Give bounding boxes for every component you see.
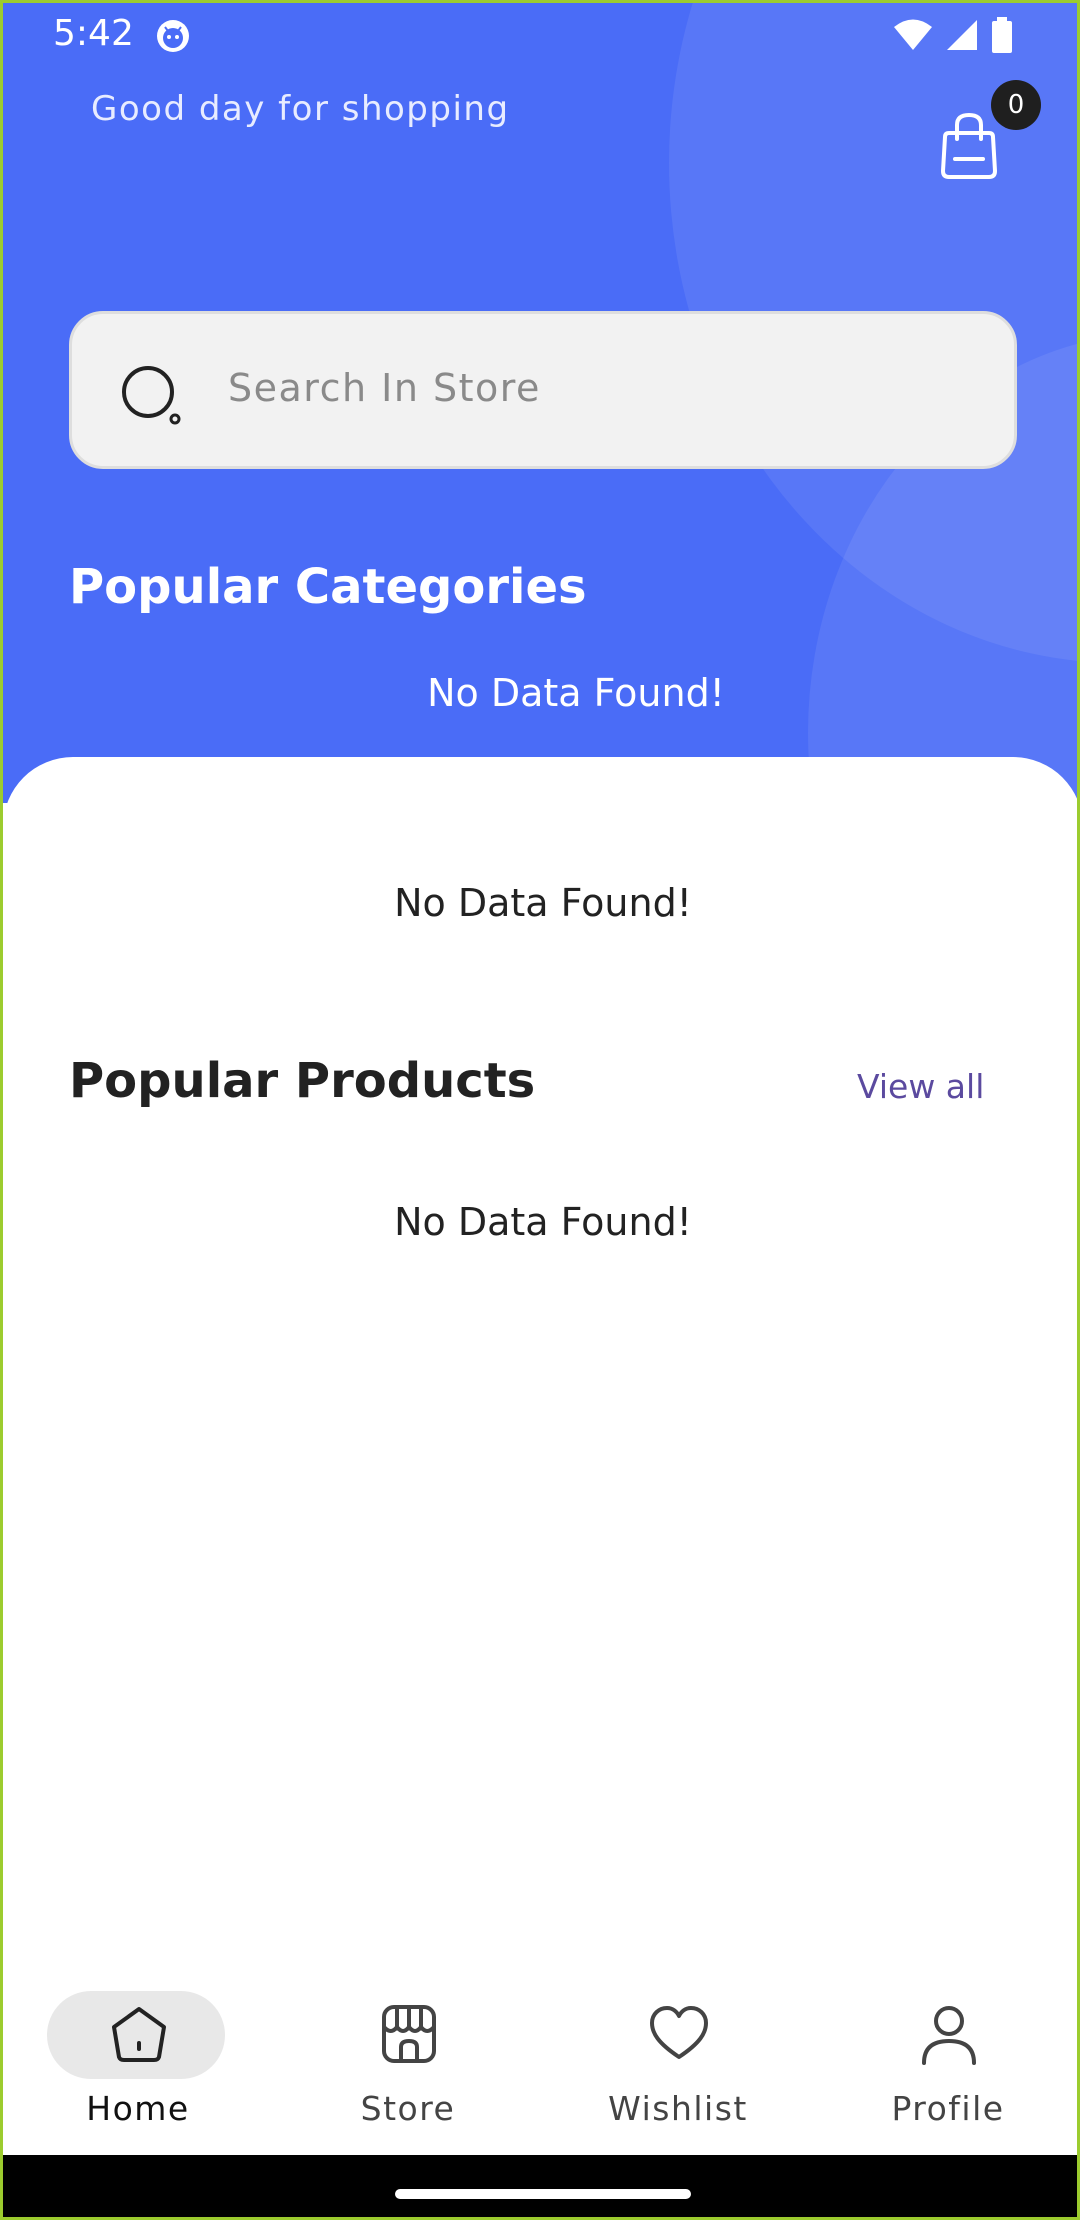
- nav-item-wishlist[interactable]: Wishlist: [543, 1965, 813, 2155]
- nav-item-profile[interactable]: Profile: [813, 1965, 1077, 2155]
- nav-label-wishlist: Wishlist: [608, 2089, 748, 2128]
- shopping-bag-icon[interactable]: [939, 111, 999, 181]
- status-time: 5:42: [53, 13, 134, 54]
- gesture-handle[interactable]: [395, 2189, 691, 2199]
- status-bar: 5:42: [3, 3, 1077, 69]
- search-input[interactable]: Search In Store: [69, 311, 1017, 469]
- products-empty-message: No Data Found!: [394, 1200, 692, 1244]
- nav-label-store: Store: [360, 2089, 456, 2128]
- nav-item-home[interactable]: Home: [3, 1965, 273, 2155]
- cart-count-badge: 0: [991, 80, 1041, 130]
- popular-products-title: Popular Products: [69, 1053, 536, 1109]
- view-all-link[interactable]: View all: [857, 1067, 984, 1106]
- android-head-icon: [157, 20, 189, 52]
- home-icon: [112, 2007, 166, 2062]
- content-sheet: [3, 757, 1077, 2157]
- nav-label-profile: Profile: [891, 2089, 1005, 2128]
- categories-empty-message: No Data Found!: [427, 671, 725, 715]
- wifi-icon: [894, 19, 932, 50]
- signal-icon: [947, 20, 977, 50]
- bottom-navigation: Home Store Wishlist Profile: [3, 1965, 1077, 2155]
- banner-empty-message: No Data Found!: [394, 881, 692, 925]
- search-placeholder: Search In Store: [228, 366, 541, 410]
- popular-categories-title: Popular Categories: [69, 559, 587, 615]
- status-icons: [893, 17, 1013, 53]
- header-hero: 5:42 Good day for shopping 0 Search In S…: [3, 3, 1077, 803]
- app-screen: 5:42 Good day for shopping 0 Search In S…: [0, 0, 1080, 2220]
- nav-label-home: Home: [86, 2089, 190, 2128]
- battery-icon: [992, 17, 1012, 53]
- nav-item-store[interactable]: Store: [273, 1965, 543, 2155]
- user-icon: [922, 2006, 976, 2065]
- system-gesture-bar: [3, 2155, 1077, 2217]
- store-icon: [382, 2005, 436, 2063]
- search-icon: [122, 366, 181, 425]
- greeting-text: Good day for shopping: [91, 89, 510, 129]
- heart-icon: [650, 2006, 708, 2059]
